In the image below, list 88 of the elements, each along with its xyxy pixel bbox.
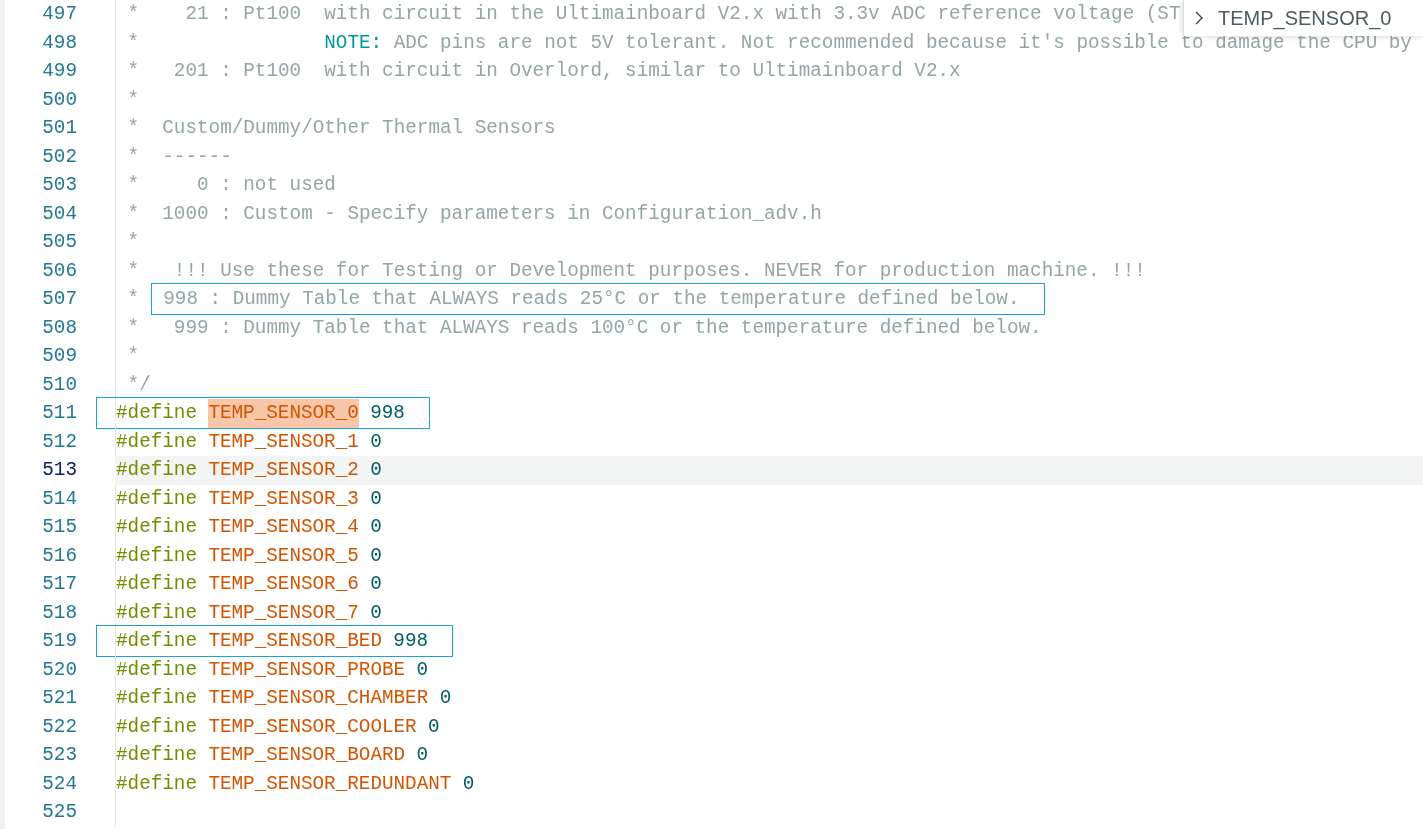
line-number: 509 — [41, 344, 77, 369]
number-literal: 0 — [370, 600, 382, 626]
define-keyword: #define — [116, 686, 197, 711]
macro-name: TEMP_SENSOR_0 — [208, 399, 359, 428]
line-number: 522 — [41, 714, 77, 740]
line-number: 517 — [41, 572, 77, 597]
define-keyword: #define — [116, 743, 197, 768]
number-literal: 0 — [370, 515, 382, 540]
line-number: 497 — [41, 2, 77, 27]
code-comment: * — [126, 87, 140, 113]
macro-name: TEMP_SENSOR_BED — [208, 629, 382, 654]
macro-name: TEMP_SENSOR_4 — [208, 515, 359, 540]
code-comment: * 21 : Pt100 with circuit in the Ultimainboard V2.x with 3.3v ADC reference voltage (ST — [126, 2, 1181, 27]
code-comment: * Custom/Dummy/Other Thermal Sensors — [126, 116, 556, 141]
define-keyword: #define — [116, 572, 197, 597]
line-number: 505 — [41, 230, 77, 255]
define-keyword: #define — [116, 714, 197, 740]
macro-name: TEMP_SENSOR_CHAMBER — [208, 686, 429, 711]
define-keyword: #define — [116, 486, 197, 512]
line-number: 503 — [41, 173, 77, 198]
number-literal: 0 — [462, 771, 475, 797]
line-number: 499 — [41, 59, 77, 84]
code-comment: * 201 : Pt100 with circuit in Overlord, similar to Ultimainboard V2.x — [126, 59, 961, 84]
line-number: 521 — [41, 686, 77, 711]
line-number: 525 — [41, 800, 77, 825]
line-number: 498 — [41, 30, 77, 56]
number-literal: 0 — [439, 686, 452, 711]
define-keyword: #define — [116, 515, 197, 540]
code-comment: * ------ — [126, 144, 232, 170]
line-number: 515 — [41, 515, 77, 540]
number-literal: 0 — [428, 714, 440, 740]
macro-name: TEMP_SENSOR_PROBE — [208, 657, 406, 683]
line-number: 519 — [41, 629, 77, 654]
macro-name: TEMP_SENSOR_7 — [208, 600, 359, 626]
line-number: 512 — [41, 429, 77, 455]
chevron-icon[interactable] — [1194, 10, 1204, 26]
line-number: 508 — [41, 315, 77, 341]
define-keyword: #define — [116, 629, 197, 654]
code-comment: * — [126, 230, 140, 255]
line-number: 511 — [41, 401, 77, 426]
line-number: 500 — [41, 87, 77, 113]
line-number: 514 — [41, 486, 77, 512]
line-number: 507 — [41, 287, 77, 312]
code-comment: * 0 : not used — [126, 173, 336, 198]
define-keyword: #define — [116, 429, 197, 455]
line-number: 524 — [41, 771, 77, 797]
number-literal: 998 — [393, 629, 429, 654]
line-number: 523 — [41, 743, 77, 768]
number-literal: 0 — [370, 572, 382, 597]
code-comment: * — [126, 30, 141, 56]
code-comment: * !!! Use these for Testing or Development purposes. NEVER for production machine. !!! — [126, 258, 1146, 284]
define-keyword: #define — [116, 600, 197, 626]
define-keyword: #define — [116, 543, 197, 569]
macro-name: TEMP_SENSOR_3 — [208, 486, 359, 512]
define-keyword: #define — [116, 401, 197, 426]
macro-name: TEMP_SENSOR_6 — [208, 572, 359, 597]
line-number: 513 — [41, 458, 77, 483]
code-comment: * 999 : Dummy Table that ALWAYS reads 100°C or the temperature defined below. — [126, 315, 1042, 341]
number-literal: 0 — [370, 458, 382, 483]
code-comment: * — [126, 287, 141, 312]
number-literal: 998 — [370, 401, 405, 426]
macro-name: TEMP_SENSOR_REDUNDANT — [208, 771, 452, 797]
macro-name: TEMP_SENSOR_2 — [208, 458, 359, 483]
code-comment: 998 : Dummy Table that ALWAYS reads 25°C or the temperature defined below. — [162, 287, 1020, 312]
macro-name: TEMP_SENSOR_1 — [208, 429, 359, 455]
number-literal: 0 — [370, 543, 382, 569]
code-comment: * 1000 : Custom - Specify parameters in Configuration_adv.h — [126, 201, 822, 227]
number-literal: 0 — [370, 486, 382, 512]
line-number: 504 — [41, 201, 77, 227]
line-number: 506 — [41, 258, 77, 284]
number-literal: 0 — [370, 429, 382, 455]
define-keyword: #define — [116, 458, 197, 483]
macro-name: TEMP_SENSOR_COOLER — [208, 714, 417, 740]
line-number: 516 — [41, 543, 77, 569]
line-number: 520 — [41, 657, 77, 683]
number-literal: 0 — [416, 657, 429, 683]
note-keyword: NOTE: — [324, 30, 383, 56]
define-keyword: #define — [116, 771, 197, 797]
define-keyword: #define — [116, 657, 197, 683]
macro-name: TEMP_SENSOR_BOARD — [208, 743, 406, 768]
line-number: 501 — [41, 116, 77, 141]
number-literal: 0 — [416, 743, 429, 768]
macro-name: TEMP_SENSOR_5 — [208, 543, 359, 569]
code-comment: * — [126, 344, 140, 369]
line-number: 502 — [41, 144, 77, 170]
line-number: 518 — [41, 600, 77, 626]
code-comment: */ — [126, 372, 151, 398]
line-number: 510 — [41, 372, 77, 398]
